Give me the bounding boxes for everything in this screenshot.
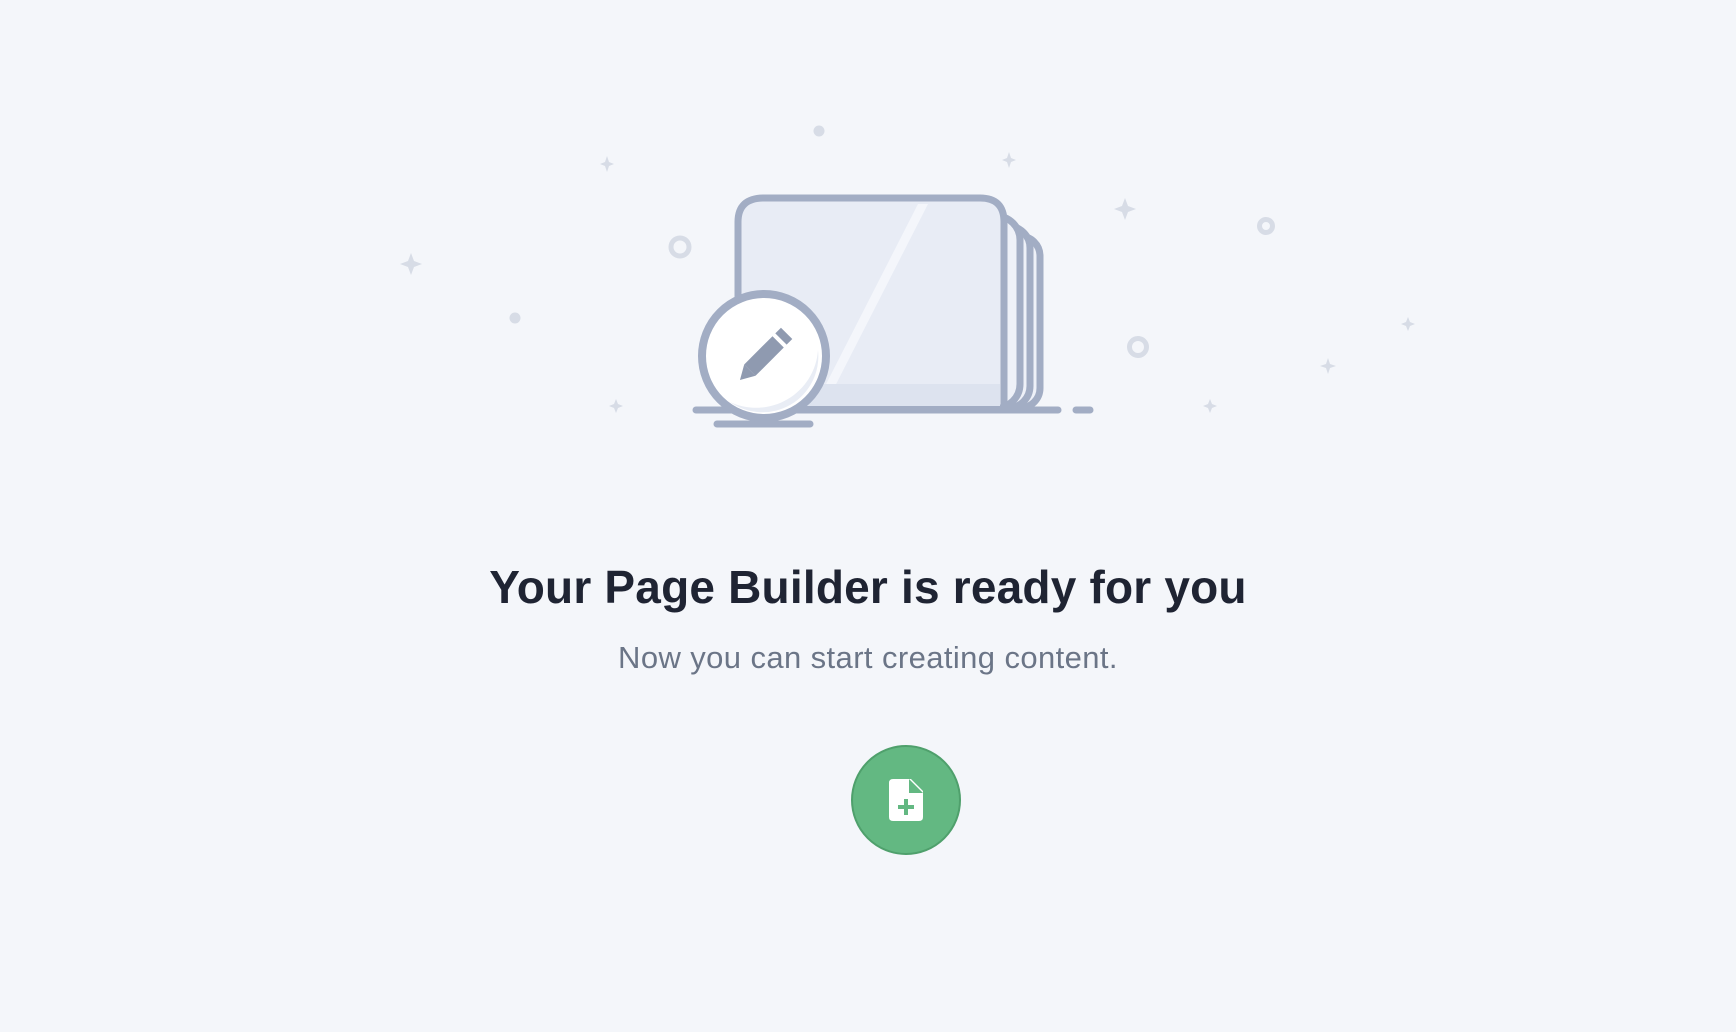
page-builder-illustration	[400, 125, 1415, 428]
empty-state-page: Your Page Builder is ready for you Now y…	[0, 0, 1736, 1032]
create-page-button[interactable]	[851, 745, 961, 855]
page-title: Your Page Builder is ready for you	[489, 561, 1247, 613]
pencil-badge	[698, 290, 830, 422]
page-subtitle: Now you can start creating content.	[618, 640, 1118, 675]
file-plus-icon	[889, 779, 923, 821]
